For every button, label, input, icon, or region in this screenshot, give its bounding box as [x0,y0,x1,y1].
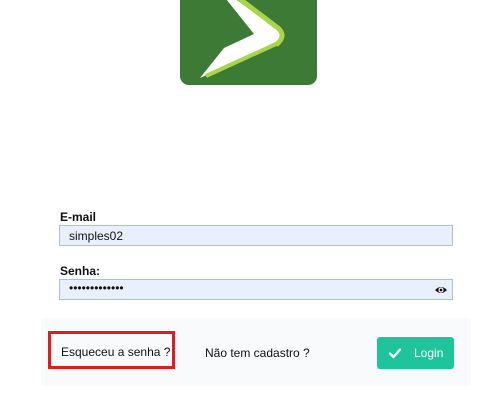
forgot-password-label: Esqueceu a senha ? [61,345,171,359]
email-field[interactable]: simples02 [59,225,453,246]
login-page: E-mail simples02 Senha: ••••••••••••• Es… [0,0,500,394]
password-field[interactable]: ••••••••••••• [59,279,453,300]
password-value: ••••••••••••• [69,281,124,295]
check-icon [388,346,402,360]
eye-icon[interactable] [434,283,448,297]
email-value: simples02 [69,229,124,243]
password-label: Senha: [60,264,101,278]
login-label: Login [414,346,444,360]
email-label: E-mail [60,210,97,224]
app-logo [180,0,317,85]
forgot-password-link[interactable]: Esqueceu a senha ? [48,331,175,369]
login-button[interactable]: Login [377,337,454,369]
signup-link[interactable]: Não tem cadastro ? [205,346,310,360]
